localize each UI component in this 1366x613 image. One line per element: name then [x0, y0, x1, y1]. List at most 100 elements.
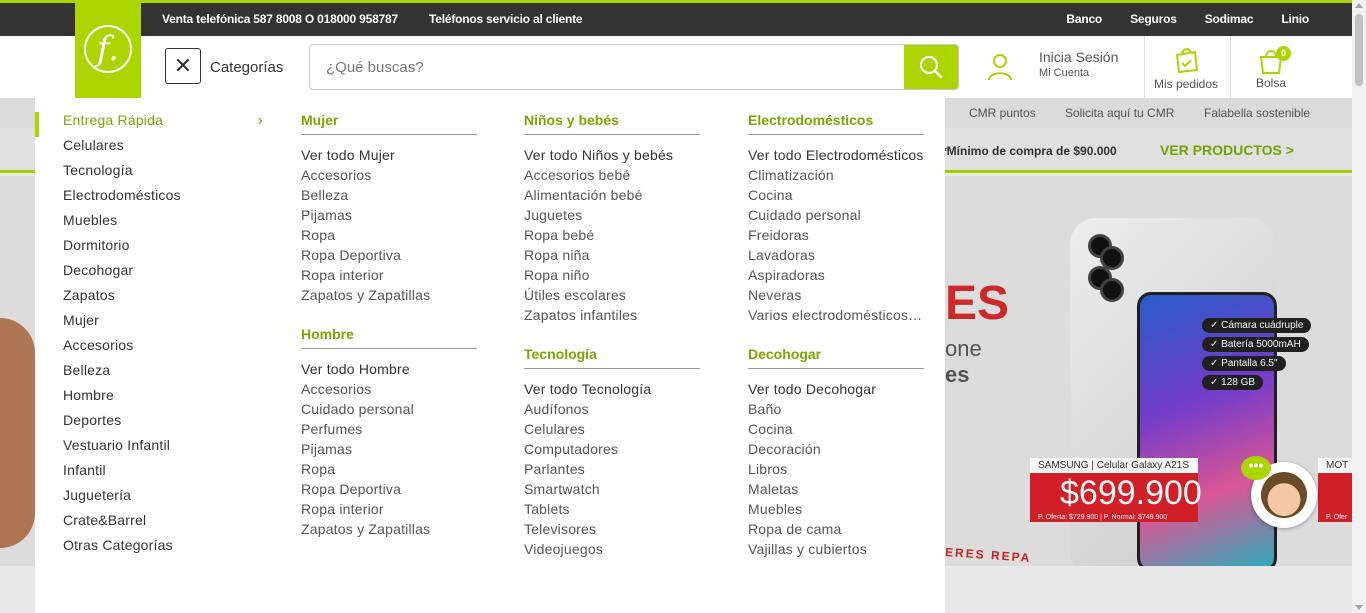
subcategory-link[interactable]: Ropa niño — [524, 265, 700, 285]
category-item-electrodomesticos[interactable]: Electrodomésticos — [35, 187, 275, 212]
subcategory-link[interactable]: Ver todo Decohogar — [748, 379, 924, 399]
search-input[interactable] — [310, 45, 906, 89]
category-item-belleza[interactable]: Belleza — [35, 362, 275, 387]
subcategory-link[interactable]: Pijamas — [301, 205, 477, 225]
category-item-zapatos[interactable]: Zapatos — [35, 287, 275, 312]
scrollbar-thumb[interactable] — [1355, 14, 1363, 86]
category-label: Crate&Barrel — [63, 512, 147, 528]
subcategory-link[interactable]: Ver todo Mujer — [301, 145, 477, 165]
subcategory-link[interactable]: Pijamas — [301, 439, 477, 459]
customer-service-link[interactable]: Teléfonos servicio al cliente — [429, 12, 583, 26]
category-item-vestuario-infantil[interactable]: Vestuario Infantil — [35, 437, 275, 462]
categories-label[interactable]: Categorías — [210, 59, 283, 76]
top-link-banco[interactable]: Banco — [1066, 12, 1102, 26]
category-item-jugueteria[interactable]: Juguetería — [35, 487, 275, 512]
subcategory-link[interactable]: Ropa — [301, 459, 477, 479]
subcategory-link[interactable]: Cuidado personal — [748, 205, 924, 225]
subcategory-link[interactable]: Varios electrodomésticos ... — [748, 305, 924, 325]
section-title-decohogar[interactable]: Decohogar — [748, 346, 924, 369]
subcategory-link[interactable]: Celulares — [524, 419, 700, 439]
subcategory-link[interactable]: Perfumes — [301, 419, 477, 439]
chat-assistant-button[interactable]: ••• — [1241, 456, 1317, 528]
top-link-linio[interactable]: Linio — [1281, 12, 1309, 26]
section-title-ninos-y-bebes[interactable]: Niños y bebés — [524, 112, 700, 135]
category-item-crate-barrel[interactable]: Crate&Barrel — [35, 512, 275, 537]
subcategory-link[interactable]: Televisores — [524, 519, 700, 539]
category-item-hombre[interactable]: Hombre — [35, 387, 275, 412]
category-item-infantil[interactable]: Infantil — [35, 462, 275, 487]
section-title-tecnologia[interactable]: Tecnología — [524, 346, 700, 369]
category-label: Dormitorio — [63, 237, 130, 253]
subcategory-link[interactable]: Ropa interior — [301, 499, 477, 519]
falabella-logo[interactable]: f. — [75, 0, 141, 98]
subcategory-link[interactable]: Ver todo Tecnología — [524, 379, 700, 399]
category-item-otras-categorias[interactable]: Otras Categorías — [35, 537, 275, 562]
menu-column-3: Electrodomésticos Ver todo Electrodomésti… — [748, 112, 924, 559]
subcategory-link[interactable]: Accesorios bebé — [524, 165, 700, 185]
subcategory-link[interactable]: Ropa de cama — [748, 519, 924, 539]
section-title-electrodomesticos[interactable]: Electrodomésticos — [748, 112, 924, 135]
category-item-tecnologia[interactable]: Tecnología — [35, 162, 275, 187]
subcategory-link[interactable]: Vajillas y cubiertos — [748, 539, 924, 559]
subcategory-link[interactable]: Maletas — [748, 479, 924, 499]
login-area[interactable]: Inicia Sesión Mi Cuenta — [985, 46, 1118, 82]
subcategory-link[interactable]: Neveras — [748, 285, 924, 305]
category-item-accesorios[interactable]: Accesorios — [35, 337, 275, 362]
subcategory-link[interactable]: Ropa Deportiva — [301, 245, 477, 265]
subcategory-link[interactable]: Ropa — [301, 225, 477, 245]
category-item-muebles[interactable]: Muebles — [35, 212, 275, 237]
subcategory-link[interactable]: Zapatos y Zapatillas — [301, 285, 477, 305]
search-button[interactable] — [904, 45, 958, 89]
top-link-seguros[interactable]: Seguros — [1130, 12, 1177, 26]
category-item-entrega-rapida[interactable]: Entrega Rápida › — [35, 112, 275, 137]
subcategory-link[interactable]: Audífonos — [524, 399, 700, 419]
subcategory-link[interactable]: Freidoras — [748, 225, 924, 245]
category-item-mujer[interactable]: Mujer — [35, 312, 275, 337]
section-title-mujer[interactable]: Mujer — [301, 112, 477, 135]
subcategory-link[interactable]: Cuidado personal — [301, 399, 477, 419]
subcategory-link[interactable]: Ver todo Electrodomésticos — [748, 145, 924, 165]
subcategory-link[interactable]: Libros — [748, 459, 924, 479]
subcategory-link[interactable]: Útiles escolares — [524, 285, 700, 305]
subcategory-link[interactable]: Tablets — [524, 499, 700, 519]
subcategory-link[interactable]: Parlantes — [524, 459, 700, 479]
subcategory-link[interactable]: Juguetes — [524, 205, 700, 225]
close-categories-button[interactable]: ✕ — [165, 48, 201, 84]
subcategory-link[interactable]: Cocina — [748, 419, 924, 439]
subcategory-link[interactable]: Decoración — [748, 439, 924, 459]
subcategory-link[interactable]: Lavadoras — [748, 245, 924, 265]
category-item-deportes[interactable]: Deportes — [35, 412, 275, 437]
scroll-up-arrow[interactable] — [1355, 3, 1363, 8]
category-item-celulares[interactable]: Celulares — [35, 137, 275, 162]
subcategory-link[interactable]: Baño — [748, 399, 924, 419]
chevron-right-icon: › — [257, 112, 263, 129]
scroll-down-arrow[interactable] — [1355, 605, 1363, 610]
subcategory-link[interactable]: Ver todo Hombre — [301, 359, 477, 379]
bag-button[interactable]: 0 Bolsa — [1231, 44, 1311, 90]
page-scrollbar[interactable] — [1352, 0, 1366, 613]
subcategory-link[interactable]: Ver todo Niños y bebés — [524, 145, 700, 165]
subcategory-link[interactable]: Smartwatch — [524, 479, 700, 499]
category-item-dormitorio[interactable]: Dormitorio — [35, 237, 275, 262]
subcategory-link[interactable]: Aspiradoras — [748, 265, 924, 285]
subcategory-link[interactable]: Ropa niña — [524, 245, 700, 265]
subcategory-link[interactable]: Muebles — [748, 499, 924, 519]
subcategory-link[interactable]: Cocina — [748, 185, 924, 205]
subcategory-link[interactable]: Climatización — [748, 165, 924, 185]
category-item-decohogar[interactable]: Decohogar — [35, 262, 275, 287]
section-title-hombre[interactable]: Hombre — [301, 326, 477, 349]
subcategory-link[interactable]: Alimentación bebé — [524, 185, 700, 205]
subcategory-link[interactable]: Accesorios — [301, 165, 477, 185]
subcategory-link[interactable]: Zapatos infantiles — [524, 305, 700, 325]
top-link-sodimac[interactable]: Sodimac — [1205, 12, 1254, 26]
subcategory-link[interactable]: Ropa interior — [301, 265, 477, 285]
subcategory-link[interactable]: Zapatos y Zapatillas — [301, 519, 477, 539]
subcategory-link[interactable]: Ropa Deportiva — [301, 479, 477, 499]
subcategory-link[interactable]: Videojuegos — [524, 539, 700, 559]
phone-sales-link[interactable]: Venta telefónica 587 8008 O 018000 95878… — [162, 12, 398, 26]
subcategory-link[interactable]: Belleza — [301, 185, 477, 205]
subcategory-link[interactable]: Ropa bebé — [524, 225, 700, 245]
subcategory-link[interactable]: Computadores — [524, 439, 700, 459]
my-orders-button[interactable]: Mis pedidos — [1146, 44, 1226, 91]
subcategory-link[interactable]: Accesorios — [301, 379, 477, 399]
